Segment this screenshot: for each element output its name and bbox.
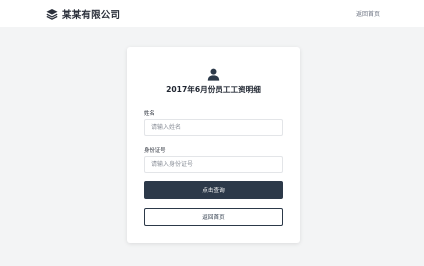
query-card: 2017年6月份员工工资明细 姓名 身份证号 点击查询 返回首页 — [127, 47, 300, 243]
brand-name: 某某有限公司 — [62, 9, 121, 21]
id-number-label: 身份证号 — [144, 148, 166, 154]
back-home-button[interactable]: 返回首页 — [144, 208, 283, 226]
name-label: 姓名 — [144, 111, 155, 117]
user-icon — [207, 66, 220, 81]
layers-logo-icon — [46, 8, 58, 20]
brand[interactable]: 某某有限公司 — [46, 7, 120, 21]
top-header: 某某有限公司 返回首页 — [0, 0, 424, 27]
home-link[interactable]: 返回首页 — [356, 9, 380, 18]
name-input[interactable] — [144, 119, 283, 136]
id-number-input[interactable] — [144, 156, 283, 173]
card-title: 2017年6月份员工工资明细 — [166, 85, 261, 94]
query-button[interactable]: 点击查询 — [144, 181, 283, 199]
